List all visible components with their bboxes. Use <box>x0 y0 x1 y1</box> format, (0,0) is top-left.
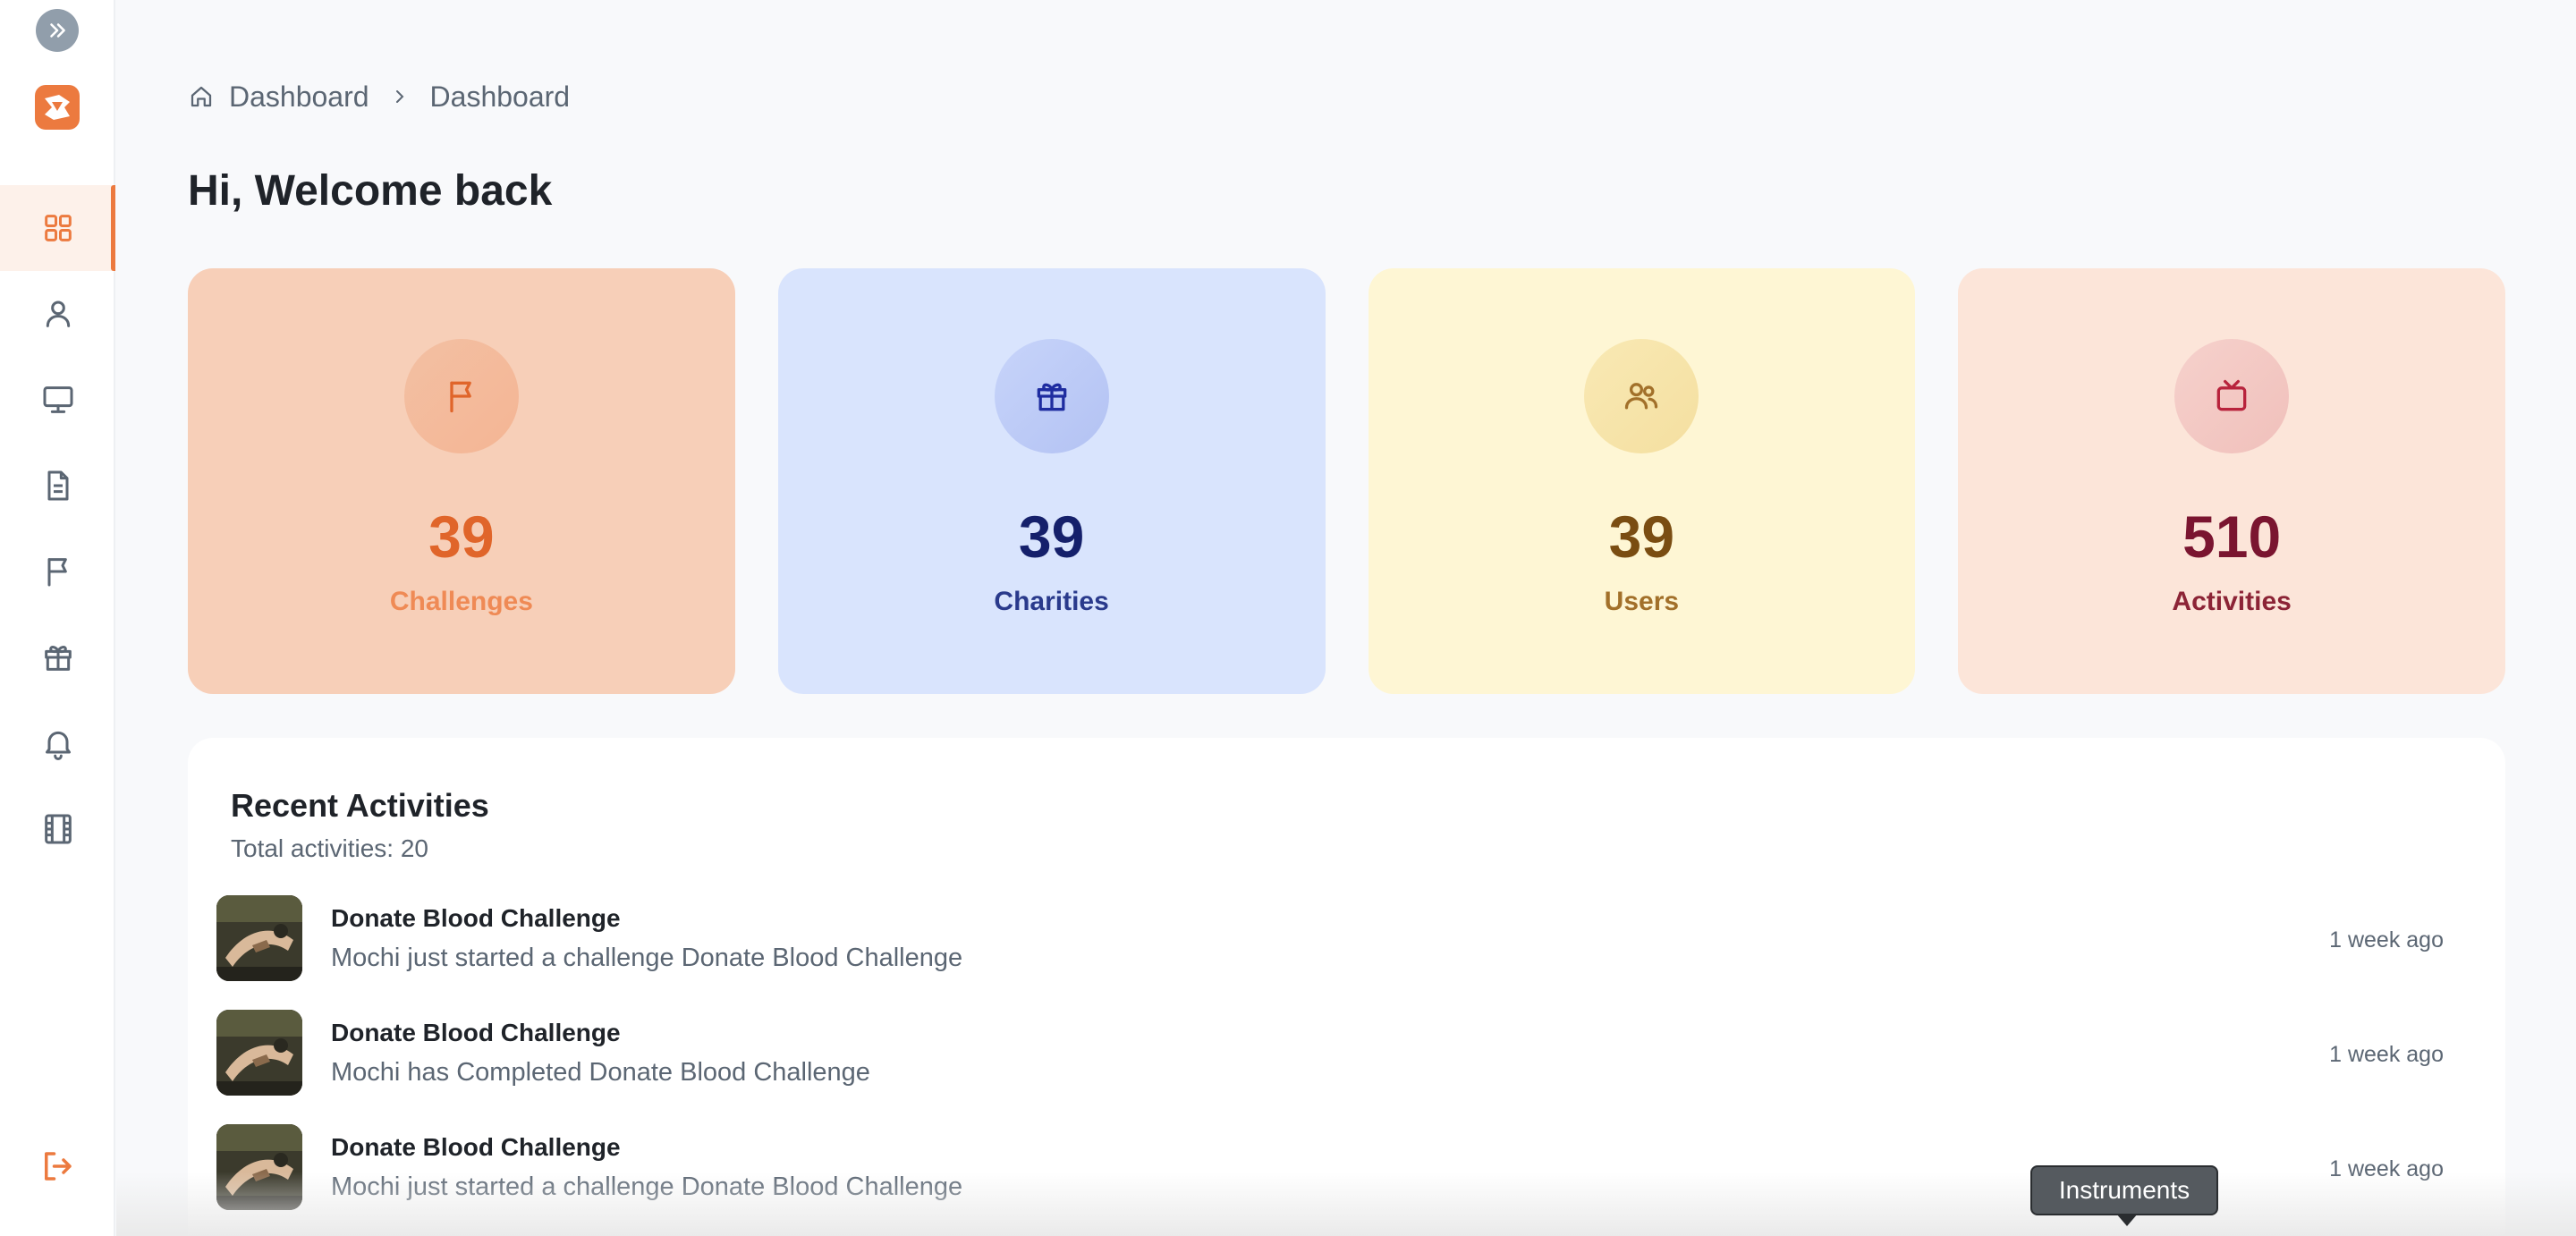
flag-icon <box>47 558 67 587</box>
stat-label: Users <box>1604 587 1680 616</box>
stat-card-challenges[interactable]: 39 Challenges <box>188 268 735 694</box>
breadcrumb: Dashboard Dashboard <box>188 77 570 116</box>
stat-value: 39 <box>1018 504 1085 570</box>
activity-time: 1 week ago <box>2329 1156 2444 1181</box>
sidebar-item-charities[interactable] <box>0 614 115 700</box>
activity-thumbnail <box>216 1124 302 1210</box>
stat-icon-circle <box>2174 339 2290 453</box>
document-icon <box>47 470 68 501</box>
sidebar-item-users[interactable] <box>0 271 115 357</box>
dashboard-grid-icon <box>44 215 72 241</box>
page-title: Hi, Welcome back <box>188 167 553 215</box>
stat-icon-circle <box>403 339 519 453</box>
tooltip: Instruments <box>2030 1165 2218 1226</box>
sidebar-item-media[interactable] <box>0 786 115 872</box>
users-icon <box>1625 383 1658 410</box>
activity-row[interactable]: Donate Blood Challenge Mochi just starte… <box>216 895 2470 1010</box>
bell-icon <box>45 731 71 760</box>
logout-button[interactable] <box>36 1145 79 1188</box>
sidebar-item-notifications[interactable] <box>0 700 115 786</box>
breadcrumb-item-dashboard[interactable]: Dashboard <box>229 80 369 114</box>
recent-activities-title: Recent Activities <box>231 787 489 824</box>
breadcrumb-item-current: Dashboard <box>429 80 571 113</box>
stat-value: 39 <box>1608 504 1675 570</box>
recent-activities-panel: Recent Activities Total activities: 20 D… <box>188 738 2505 1236</box>
sidebar-item-dashboard[interactable] <box>0 185 115 271</box>
sidebar <box>0 0 115 1236</box>
activity-time: 1 week ago <box>2329 1042 2444 1067</box>
logout-icon <box>45 1152 72 1181</box>
stat-card-charities[interactable]: 39 Charities <box>777 268 1326 694</box>
sidebar-item-documents[interactable] <box>0 443 115 529</box>
expand-sidebar-button[interactable] <box>36 9 79 52</box>
activity-description: Mochi just started a challenge Donate Bl… <box>331 944 963 972</box>
stat-value: 39 <box>428 504 495 570</box>
stat-value: 510 <box>2182 504 2282 570</box>
film-icon <box>44 814 72 844</box>
stats-cards: 39 Challenges 39 Charities 39 Users 510 … <box>188 268 2505 694</box>
sidebar-item-challenges[interactable] <box>0 529 115 614</box>
chevron-right-icon <box>389 86 411 107</box>
flag-icon <box>450 381 471 413</box>
stat-icon-circle <box>1584 339 1699 453</box>
stat-icon-circle <box>994 339 1109 453</box>
gift-icon <box>44 645 72 671</box>
gift-icon <box>1037 383 1066 411</box>
tv-icon <box>2216 379 2247 411</box>
activity-description: Mochi just started a challenge Donate Bl… <box>331 1173 963 1201</box>
activity-row[interactable]: Donate Blood Challenge Mochi has Complet… <box>216 1010 2470 1124</box>
stat-label: Activities <box>2172 587 2292 616</box>
stat-label: Challenges <box>389 587 533 616</box>
app-logo[interactable] <box>35 85 80 130</box>
activity-title: Donate Blood Challenge <box>331 1133 621 1161</box>
user-icon <box>46 301 70 327</box>
activity-time: 1 week ago <box>2329 927 2444 952</box>
stat-card-users[interactable]: 39 Users <box>1368 268 1916 694</box>
double-chevron-right-icon <box>50 23 65 38</box>
sidebar-nav <box>0 185 115 872</box>
home-icon[interactable] <box>188 83 215 110</box>
activity-thumbnail <box>216 1010 302 1096</box>
activity-description: Mochi has Completed Donate Blood Challen… <box>331 1058 870 1087</box>
activity-title: Donate Blood Challenge <box>331 1019 621 1046</box>
stat-card-activities[interactable]: 510 Activities <box>1958 268 2505 694</box>
activity-thumbnail <box>216 895 302 981</box>
monitor-icon <box>43 386 72 413</box>
logo-icon <box>45 95 70 120</box>
sidebar-item-monitor[interactable] <box>0 357 115 443</box>
stat-label: Charities <box>994 587 1109 616</box>
recent-activities-count: Total activities: 20 <box>231 834 428 862</box>
activity-title: Donate Blood Challenge <box>331 904 621 932</box>
